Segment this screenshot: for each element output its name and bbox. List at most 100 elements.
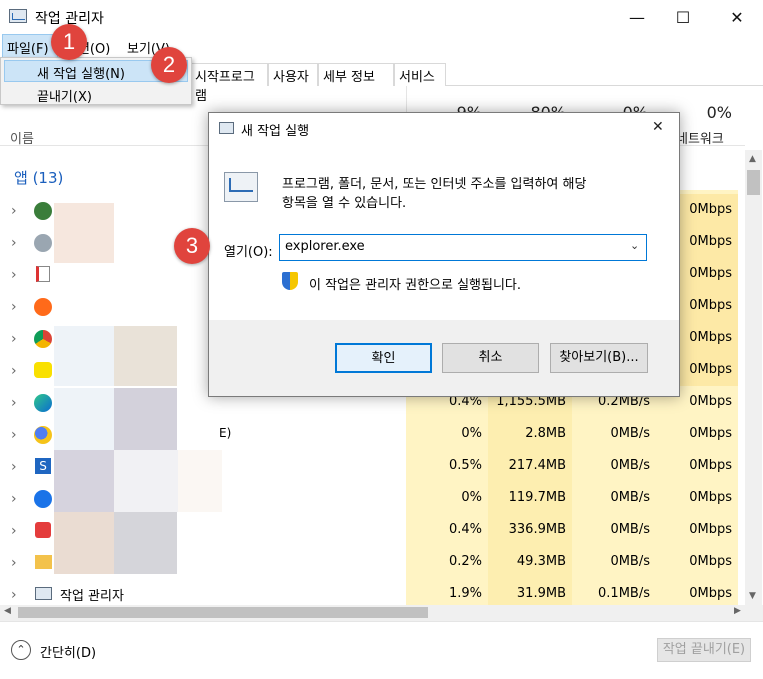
folder-icon [35,555,52,569]
dialog-description-line2: 항목을 열 수 있습니다. [282,196,407,211]
cancel-button[interactable]: 취소 [442,343,539,373]
dialog-description-line1: 프로그램, 폴더, 문서, 또는 인터넷 주소를 입력하여 해당 [282,177,587,192]
row-memory: 336.9MB [488,514,572,546]
open-input[interactable]: explorer.exe [285,239,365,254]
scroll-up-icon[interactable]: ▲ [749,154,756,164]
dialog-close-icon[interactable]: ✕ [652,119,664,135]
row-net: 0Mbps [656,450,738,482]
row-name: 작업 관리자 [60,589,124,604]
tab-users[interactable]: 사용자 [268,63,318,86]
tab-details[interactable]: 세부 정보 [318,63,394,86]
tab-services[interactable]: 서비스 [394,63,446,86]
vertical-scroll-thumb[interactable] [747,170,760,195]
group-apps-label[interactable]: 앱 (13) [14,167,63,188]
scroll-right-icon[interactable]: ▶ [734,606,741,616]
row-memory: 49.3MB [488,546,572,578]
row-cpu: 0.5% [406,450,488,482]
expand-chevron-icon[interactable]: › [11,587,17,603]
row-cpu: 0.2% [406,546,488,578]
browse-button[interactable]: 찾아보기(B)... [550,343,648,373]
expand-chevron-icon[interactable]: › [11,395,17,411]
column-name[interactable]: 이름 [10,128,34,147]
firefox-icon [34,298,52,316]
row-cpu: 0% [406,482,488,514]
step-badge-2: 2 [151,47,187,83]
row-net: 0Mbps [680,258,738,290]
blurred-name [114,326,177,386]
maximize-button[interactable]: ☐ [660,0,706,34]
blurred-name [114,388,177,450]
kakaotalk-icon [34,362,52,378]
expand-chevron-icon[interactable]: › [11,203,17,219]
blurred-name [54,203,114,263]
expand-chevron-icon[interactable]: › [11,491,17,507]
row-net: 0Mbps [656,482,738,514]
minimize-button[interactable]: — [614,0,660,34]
row-net: 0Mbps [656,578,738,605]
row-net: 0Mbps [656,418,738,450]
blurred-name [54,388,114,450]
row-cpu: 0% [406,418,488,450]
scroll-left-icon[interactable]: ◀ [4,606,11,616]
dialog-title: 새 작업 실행 [241,124,310,139]
chrome-icon [34,330,52,348]
tab-startup[interactable]: 시작프로그램 [190,63,268,104]
app-dots-icon [34,426,52,444]
blurred-name [54,512,114,574]
expand-chevron-icon[interactable]: › [11,459,17,475]
app-globe-icon [34,202,52,220]
menu-item-run-new-task[interactable]: 새 작업 실행(N) [37,63,125,82]
simplify-button[interactable]: 간단히(D) [40,642,96,661]
row-name: E) [219,426,232,440]
edge-icon [34,394,52,412]
task-manager-icon [9,9,27,23]
shield-icon [282,272,298,290]
expand-chevron-icon[interactable]: › [11,331,17,347]
blurred-name [54,326,114,386]
row-cpu: 0.4% [406,514,488,546]
blurred-name [178,450,222,512]
row-disk: 0MB/s [572,482,656,514]
ok-button[interactable]: 확인 [335,343,432,373]
blurred-name [114,450,178,512]
column-network[interactable]: 네트워크 [676,128,724,147]
app-notepad-icon [36,266,50,282]
dropdown-chevron-icon[interactable]: ⌄ [630,239,639,252]
row-disk: 0MB/s [572,450,656,482]
expand-chevron-icon[interactable]: › [11,555,17,571]
step-badge-1: 1 [51,24,87,60]
menu-file[interactable]: 파일(F) [7,38,49,57]
blurred-name [54,450,114,512]
expand-chevron-icon[interactable]: › [11,523,17,539]
expand-chevron-icon[interactable]: › [11,267,17,283]
end-task-button[interactable]: 작업 끝내기(E) [657,638,751,662]
expand-chevron-icon[interactable]: › [11,299,17,315]
app-gear-icon [34,234,52,252]
row-net: 0Mbps [656,514,738,546]
row-disk: 0MB/s [572,514,656,546]
close-button[interactable]: ✕ [714,0,760,34]
footer [0,621,763,679]
scroll-down-icon[interactable]: ▼ [749,591,756,601]
horizontal-scroll-thumb[interactable] [18,607,428,618]
row-disk: 0.1MB/s [572,578,656,605]
menu-item-exit[interactable]: 끝내기(X) [37,86,92,105]
row-net: 0Mbps [680,290,738,322]
row-net: 0Mbps [680,322,738,354]
network-percent[interactable]: 0% [680,103,732,122]
vertical-scrollbar[interactable] [745,150,762,605]
row-disk: 0MB/s [572,418,656,450]
expand-chevron-icon[interactable]: › [11,427,17,443]
row-net: 0Mbps [680,226,738,258]
row-disk: 0MB/s [572,546,656,578]
row-memory: 217.4MB [488,450,572,482]
app-browser-icon [34,490,52,508]
expand-chevron-icon[interactable]: › [11,363,17,379]
row-net: 0Mbps [680,354,738,386]
app-s-icon: S [35,458,51,474]
open-label: 열기(O): [224,245,273,260]
expand-chevron-icon[interactable]: › [11,235,17,251]
step-badge-3: 3 [174,228,210,264]
chevron-up-icon[interactable]: ⌃ [11,640,31,660]
run-program-icon-chart [229,178,253,192]
